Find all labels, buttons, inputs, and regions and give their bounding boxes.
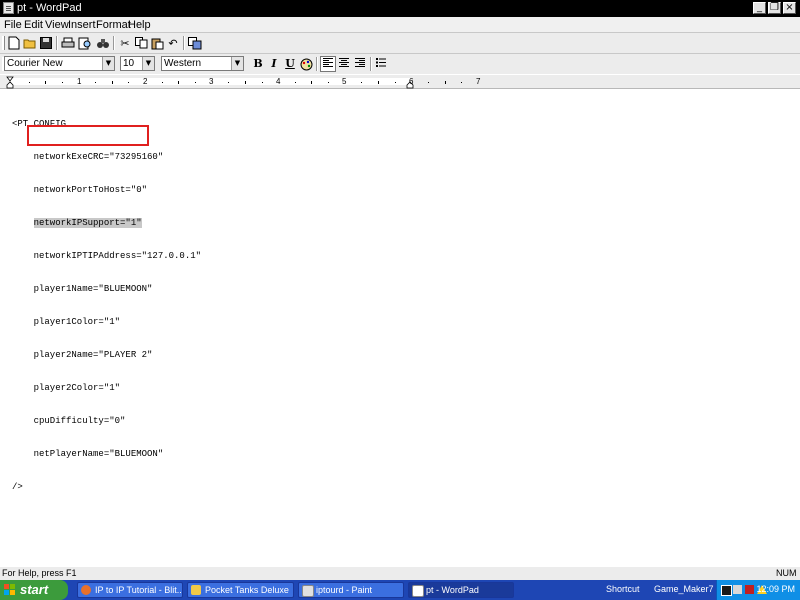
print-icon[interactable] (60, 35, 76, 51)
start-button[interactable]: start (0, 580, 68, 600)
taskbar-item-folder[interactable]: Pocket Tanks Deluxe (187, 582, 294, 598)
ruler-number: 3 (209, 77, 214, 86)
align-left-button[interactable] (320, 56, 336, 72)
text-line: cpuDifficulty="0" (12, 416, 126, 426)
standard-toolbar: ✂ ↶ (0, 33, 800, 53)
title-bar: pt - WordPad _ ❐ × (0, 0, 800, 17)
ruler-ticks (6, 76, 462, 89)
color-palette-icon[interactable] (298, 56, 314, 72)
bold-button[interactable]: B (250, 56, 266, 72)
num-lock-indicator: NUM (776, 568, 797, 578)
wordpad-icon (3, 2, 14, 14)
taskbar-item-firefox[interactable]: IP to IP Tutorial - Blit... (77, 582, 183, 598)
italic-button[interactable]: I (266, 56, 282, 72)
copy-icon[interactable] (133, 35, 149, 51)
text-line: netPlayerName="BLUEMOON" (12, 449, 164, 459)
selected-text: networkIPSupport="1" (33, 218, 142, 228)
font-name-select[interactable]: Courier New ▼ (4, 56, 115, 71)
underline-button[interactable]: U (282, 56, 298, 72)
status-bar: For Help, press F1 NUM (0, 566, 800, 580)
wordpad-icon (412, 585, 424, 597)
toolbar-grip[interactable] (2, 36, 4, 50)
taskbar-item-wordpad[interactable]: pt - WordPad (408, 582, 514, 598)
ruler-number: 7 (476, 77, 481, 86)
text-line: player2Color="1" (12, 383, 121, 393)
ruler-number: 5 (342, 77, 347, 86)
bullets-button[interactable] (373, 56, 389, 72)
red-highlight-box (27, 125, 149, 146)
text-line: networkIPTIPAddress="127.0.0.1" (12, 251, 202, 261)
text-line: networkPortToHost="0" (12, 185, 148, 195)
windows-logo-icon (4, 584, 16, 596)
status-text: For Help, press F1 (2, 568, 77, 578)
text-line: player1Color="1" (12, 317, 121, 327)
tray-security-icon[interactable] (745, 585, 754, 594)
tray-app-icon[interactable] (721, 585, 732, 596)
menu-view[interactable]: View (45, 19, 69, 31)
clock[interactable]: 12:09 PM (756, 584, 795, 595)
chevron-down-icon[interactable]: ▼ (102, 57, 114, 70)
document-editor[interactable]: <PT_CONFIG networkExeCRC="73295160" netw… (0, 89, 800, 566)
text-line: networkExeCRC="73295160" (12, 152, 164, 162)
cut-scissors-icon[interactable]: ✂ (117, 35, 133, 51)
close-button[interactable]: × (783, 2, 796, 14)
menu-format[interactable]: Format (96, 19, 131, 31)
font-size-value: 10 (123, 58, 135, 69)
find-binoculars-icon[interactable] (95, 35, 111, 51)
chevron-down-icon[interactable]: ▼ (231, 57, 243, 70)
taskbar-item-label: iptourd - Paint (316, 585, 373, 595)
start-label: start (20, 582, 49, 597)
save-disk-icon[interactable] (38, 35, 54, 51)
minimize-button[interactable]: _ (753, 2, 766, 14)
new-document-icon[interactable] (6, 35, 22, 51)
taskbar-item-label: Pocket Tanks Deluxe (205, 585, 289, 595)
chevron-down-icon[interactable]: ▼ (142, 57, 154, 70)
text-line: player1Name="BLUEMOON" (12, 284, 153, 294)
font-name-value: Courier New (7, 58, 63, 69)
insert-object-icon[interactable] (187, 35, 203, 51)
align-right-button[interactable] (352, 56, 368, 72)
align-center-button[interactable] (336, 56, 352, 72)
paint-icon (302, 585, 314, 597)
text-line: player2Name="PLAYER 2" (12, 350, 153, 360)
open-folder-icon[interactable] (22, 35, 38, 51)
undo-icon[interactable]: ↶ (165, 35, 181, 51)
ruler-number: 4 (276, 77, 281, 86)
text-line: /> (12, 482, 23, 492)
document-text[interactable]: <PT_CONFIG networkExeCRC="73295160" netw… (12, 97, 201, 515)
maximize-button[interactable]: ❐ (768, 2, 781, 14)
folder-icon (191, 585, 201, 595)
window-title: pt - WordPad (17, 2, 82, 14)
toolbar-shortcut[interactable]: Shortcut (606, 584, 640, 595)
menu-edit[interactable]: Edit (24, 19, 43, 31)
taskbar-item-label: IP to IP Tutorial - Blit... (95, 585, 183, 595)
toolbar-game-maker[interactable]: Game_Maker7 (654, 584, 714, 595)
ruler-number: 2 (143, 77, 148, 86)
selected-text-line: networkIPSupport="1" (12, 218, 201, 229)
print-preview-icon[interactable] (77, 35, 93, 51)
system-tray: 12:09 PM (716, 580, 800, 600)
taskbar-item-paint[interactable]: iptourd - Paint (298, 582, 404, 598)
format-toolbar: Courier New ▼ 10 ▼ Western ▼ B I U (0, 54, 800, 74)
ruler[interactable]: 1 2 3 4 5 6 7 (0, 75, 800, 89)
script-select[interactable]: Western ▼ (161, 56, 244, 71)
script-value: Western (164, 58, 202, 69)
taskbar-item-label: pt - WordPad (426, 585, 479, 595)
firefox-icon (81, 585, 91, 595)
taskbar: start IP to IP Tutorial - Blit... Pocket… (0, 580, 800, 600)
ruler-number: 6 (409, 77, 414, 86)
paste-icon[interactable] (149, 35, 165, 51)
font-size-select[interactable]: 10 ▼ (120, 56, 155, 71)
ruler-number: 1 (77, 77, 82, 86)
menu-insert[interactable]: Insert (68, 19, 96, 31)
tray-network-icon[interactable] (733, 585, 742, 594)
menu-file[interactable]: File (4, 19, 22, 31)
menu-bar: File Edit View Insert Format Help (0, 17, 800, 32)
menu-help[interactable]: Help (128, 19, 151, 31)
